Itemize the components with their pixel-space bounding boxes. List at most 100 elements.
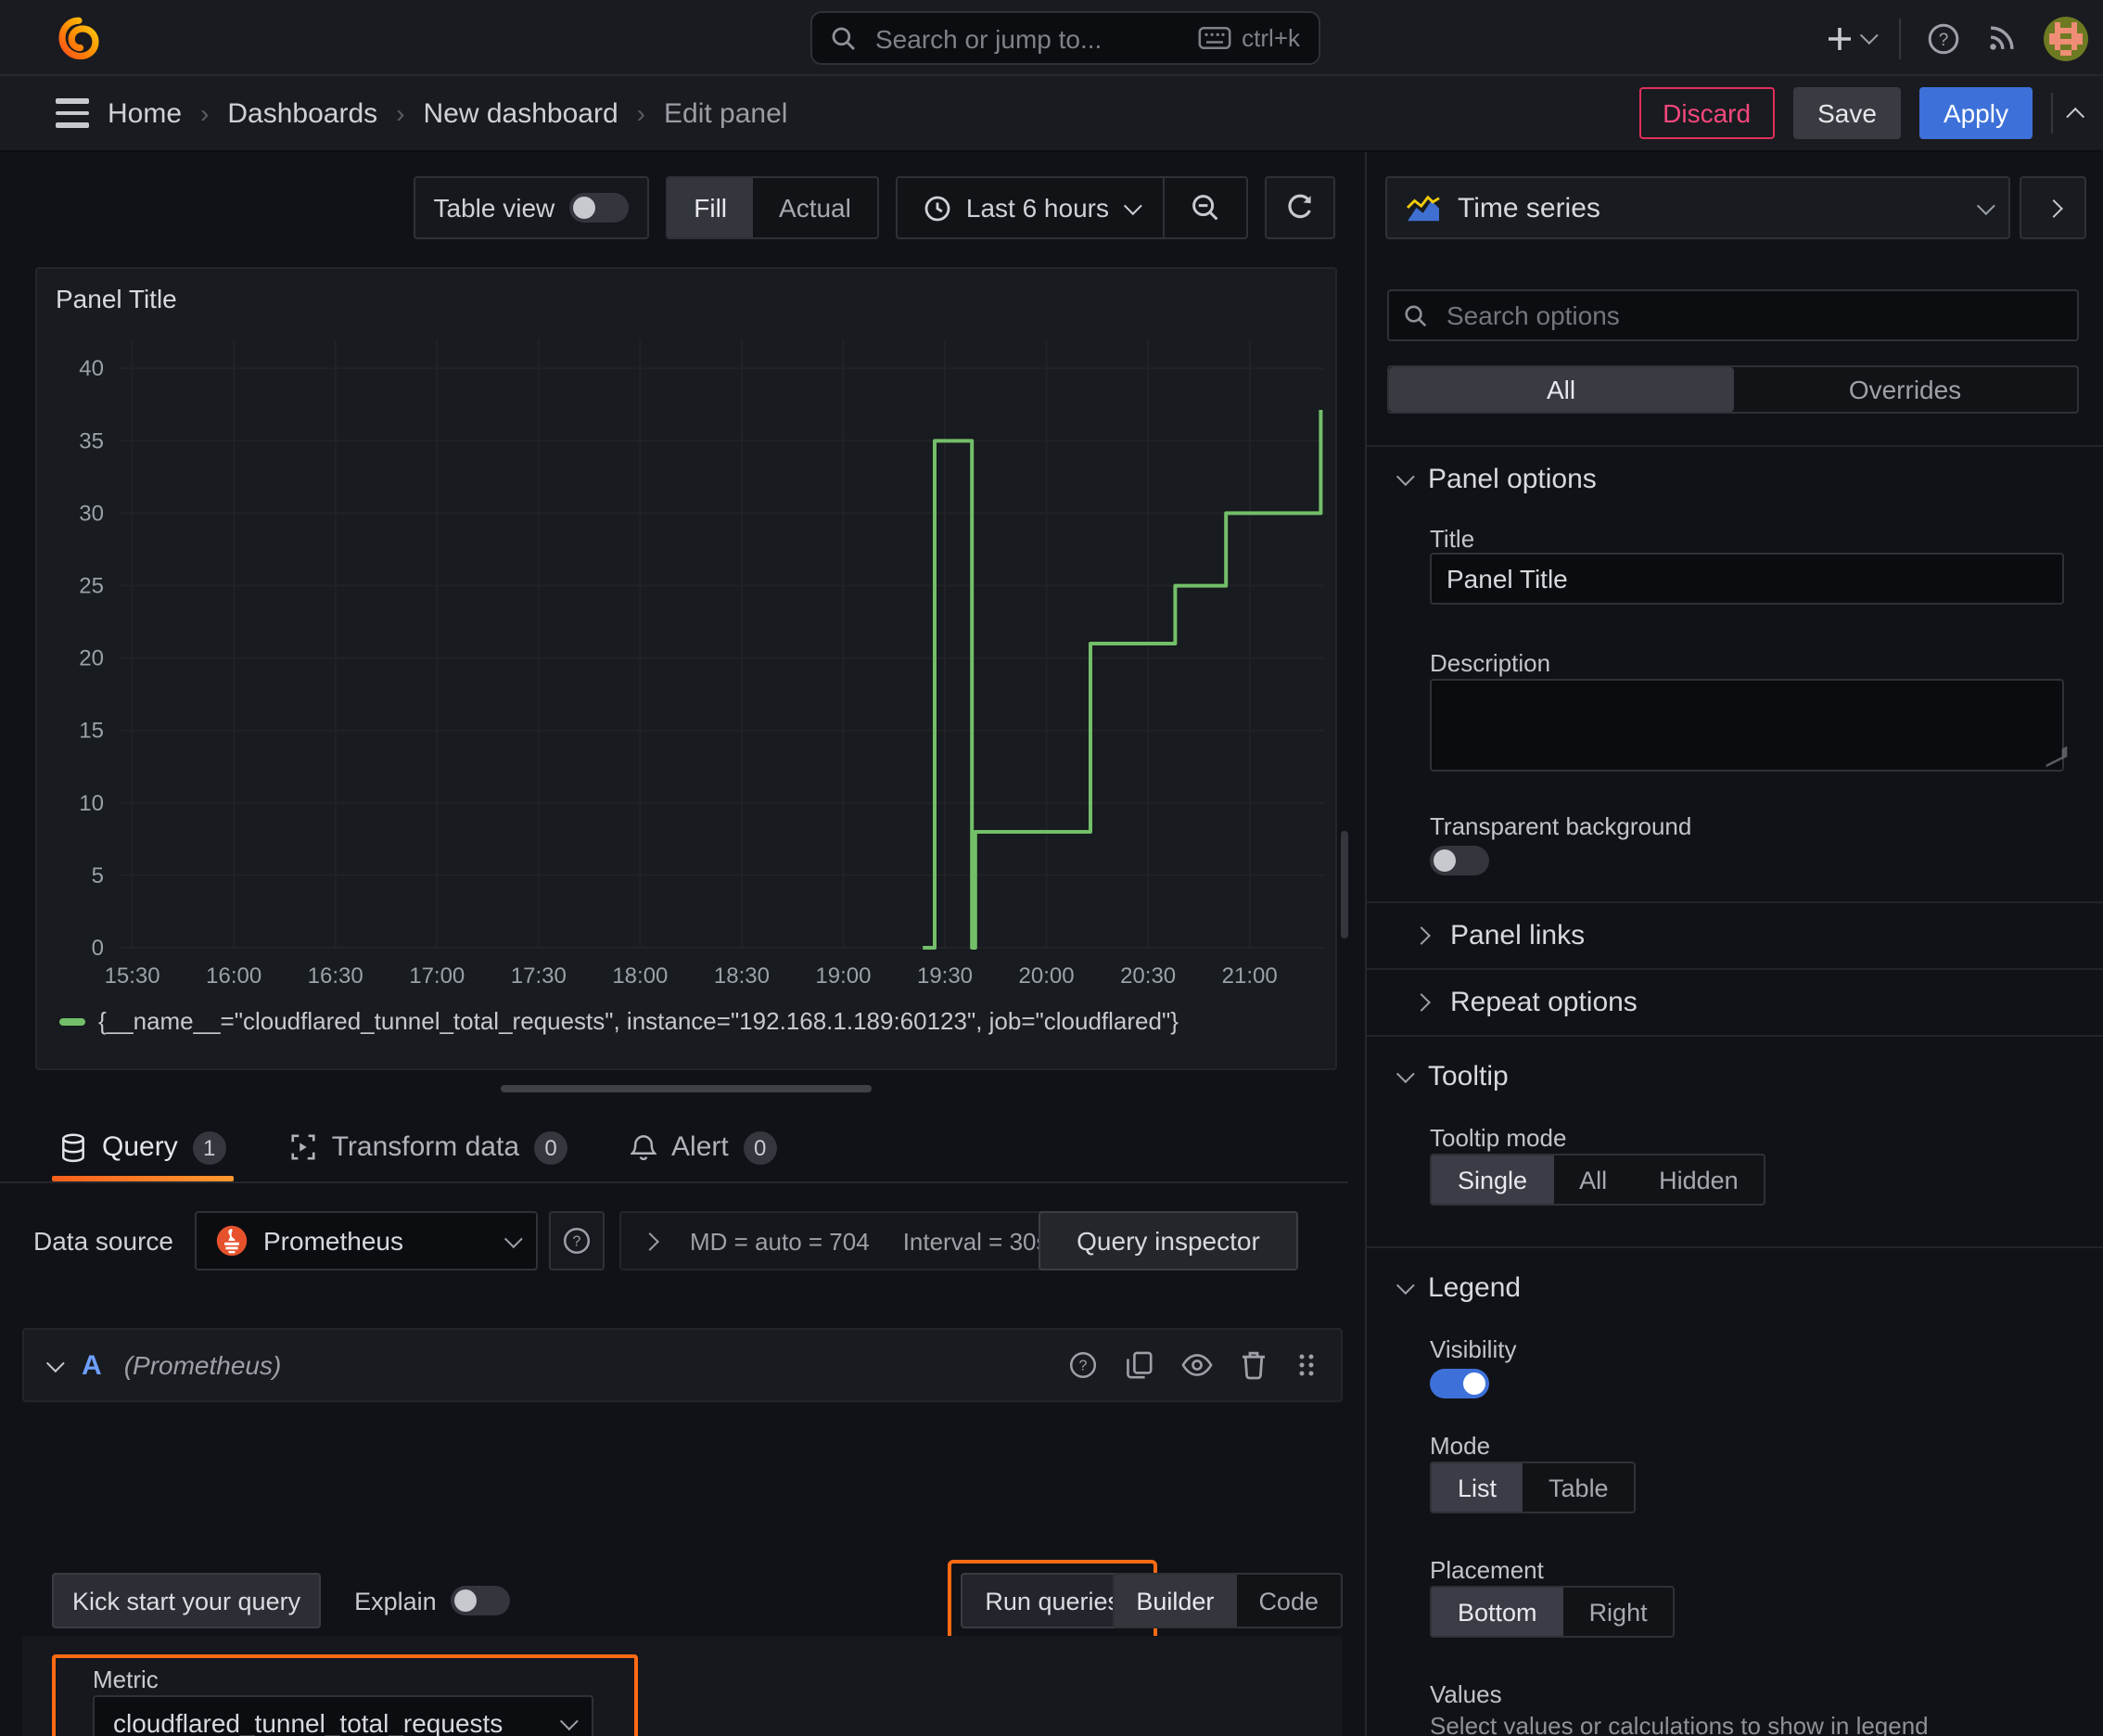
chevron-right-icon [1412, 926, 1431, 945]
legend-mode-table[interactable]: Table [1523, 1463, 1635, 1512]
search-input[interactable] [872, 21, 1183, 55]
tooltip-header: Tooltip [1428, 1061, 1509, 1092]
shortcut-label: ctrl+k [1242, 24, 1300, 52]
global-search[interactable]: ctrl+k [810, 11, 1320, 65]
breadcrumb-dashboards[interactable]: Dashboards [227, 97, 377, 129]
svg-text:30: 30 [79, 501, 104, 526]
table-view-toggle[interactable] [569, 193, 630, 223]
builder-option[interactable]: Builder [1114, 1575, 1237, 1627]
time-series-plot[interactable]: 0 5 10 15 20 25 30 35 40 15:30 16:00 16:30 17:00 17:3… [56, 325, 1335, 1003]
collapse-query-icon[interactable] [45, 1353, 65, 1372]
tooltip-section[interactable]: Tooltip [1396, 1061, 1509, 1092]
discard-button[interactable]: Discard [1638, 87, 1776, 139]
svg-text:20:30: 20:30 [1120, 964, 1176, 989]
tab-overrides[interactable]: Overrides [1733, 367, 2077, 412]
table-view-label: Table view [433, 193, 555, 223]
breadcrumb-bar: Home › Dashboards › New dashboard › Edit… [0, 76, 2103, 152]
panel-links-header: Panel links [1450, 920, 1586, 951]
panel-title-input[interactable] [1430, 553, 2064, 605]
vertical-scrollbar[interactable] [1341, 831, 1348, 938]
trash-icon[interactable] [1241, 1350, 1267, 1380]
apply-button[interactable]: Apply [1918, 87, 2033, 139]
legend-mode-list[interactable]: List [1432, 1463, 1523, 1512]
collapse-header-icon[interactable] [2066, 106, 2085, 125]
tab-transform[interactable]: Transform data 0 [282, 1113, 575, 1181]
query-ref-id[interactable]: A [82, 1349, 102, 1381]
panel-links-section[interactable]: Panel links [1412, 920, 1586, 951]
eye-icon[interactable] [1181, 1352, 1213, 1378]
grafana-logo-icon[interactable] [56, 15, 102, 61]
add-menu-button[interactable] [1825, 23, 1879, 53]
tab-all[interactable]: All [1389, 367, 1733, 412]
datasource-picker[interactable]: Prometheus [195, 1211, 538, 1270]
query-editor-card: A (Prometheus) ? Kick start your query E… [22, 1328, 1343, 1736]
chevron-down-icon [1396, 1276, 1415, 1296]
legend-placement-bottom[interactable]: Bottom [1432, 1588, 1563, 1636]
legend-section[interactable]: Legend [1396, 1272, 1521, 1304]
chevron-down-icon [503, 1229, 523, 1248]
tab-alert[interactable]: Alert 0 [623, 1113, 784, 1181]
tooltip-mode-all[interactable]: All [1553, 1155, 1633, 1204]
time-range-picker[interactable]: Last 6 hours [898, 178, 1163, 237]
panel-options-section[interactable]: Panel options [1396, 464, 1597, 495]
repeat-options-section[interactable]: Repeat options [1412, 987, 1638, 1018]
editor-tabs: Query 1 Transform data 0 Alert 0 [0, 1113, 1348, 1183]
drag-handle-icon[interactable] [1294, 1352, 1319, 1378]
svg-text:19:00: 19:00 [815, 964, 871, 989]
svg-text:25: 25 [79, 574, 104, 599]
tab-alert-label: Alert [671, 1131, 729, 1163]
breadcrumb-home[interactable]: Home [108, 97, 182, 129]
series-color-marker[interactable] [59, 1017, 85, 1025]
save-button[interactable]: Save [1793, 87, 1901, 139]
legend-visibility-toggle[interactable] [1430, 1369, 1489, 1398]
query-inspector-button[interactable]: Query inspector [1039, 1211, 1298, 1270]
datasource-help-button[interactable]: ? [549, 1211, 605, 1270]
breadcrumb-new-dashboard[interactable]: New dashboard [424, 97, 618, 129]
search-icon [1405, 304, 1427, 326]
svg-text:35: 35 [79, 428, 104, 453]
visualization-picker[interactable]: Time series [1385, 176, 2010, 239]
code-option[interactable]: Code [1236, 1575, 1341, 1627]
plus-icon [1829, 27, 1851, 49]
options-search-input[interactable] [1443, 299, 2062, 332]
svg-text:40: 40 [79, 356, 104, 381]
refresh-button[interactable] [1265, 176, 1335, 239]
panel-title[interactable]: Panel Title [56, 284, 177, 313]
description-label: Description [1430, 649, 1551, 677]
svg-text:16:30: 16:30 [308, 964, 363, 989]
options-search[interactable] [1387, 289, 2079, 341]
help-button[interactable]: ? [1927, 21, 1960, 55]
chevron-down-icon [1396, 467, 1415, 487]
duplicate-icon[interactable] [1126, 1350, 1153, 1380]
top-nav: ctrl+k ? [0, 0, 2103, 76]
legend-values-label: Values [1430, 1680, 1502, 1708]
menu-toggle-button[interactable] [56, 98, 89, 128]
alert-count-badge: 0 [743, 1130, 777, 1164]
user-avatar[interactable] [2044, 16, 2088, 60]
kick-start-button[interactable]: Kick start your query [52, 1573, 322, 1628]
visualization-name: Time series [1458, 192, 1600, 223]
toggle-options-pane-button[interactable] [2020, 176, 2086, 239]
fill-option[interactable]: Fill [668, 178, 754, 237]
help-icon[interactable]: ? [1068, 1350, 1098, 1380]
svg-text:15: 15 [79, 719, 104, 744]
legend-placement-right[interactable]: Right [1563, 1588, 1674, 1636]
datasource-name: Prometheus [263, 1226, 403, 1256]
explain-toggle[interactable] [451, 1586, 511, 1615]
tooltip-mode-hidden[interactable]: Hidden [1633, 1155, 1765, 1204]
tooltip-mode-single[interactable]: Single [1432, 1155, 1554, 1204]
help-icon: ? [1928, 22, 1959, 54]
interval-stat: Interval = 30s [902, 1227, 1049, 1255]
series-label[interactable]: {__name__="cloudflared_tunnel_total_requ… [98, 1007, 1179, 1035]
news-button[interactable] [1986, 22, 2018, 54]
description-textarea[interactable] [1430, 679, 2064, 772]
svg-text:17:30: 17:30 [511, 964, 567, 989]
max-data-points-stat: MD = auto = 704 [690, 1227, 870, 1255]
transparent-background-toggle[interactable] [1430, 846, 1489, 875]
metric-select[interactable]: cloudflared_tunnel_total_requests [93, 1695, 593, 1736]
zoom-out-button[interactable] [1165, 178, 1246, 237]
horizontal-scrollbar[interactable] [501, 1085, 872, 1092]
actual-option[interactable]: Actual [753, 178, 877, 237]
tab-query[interactable]: Query 1 [52, 1113, 234, 1181]
query-row-header[interactable]: A (Prometheus) ? [22, 1328, 1343, 1402]
